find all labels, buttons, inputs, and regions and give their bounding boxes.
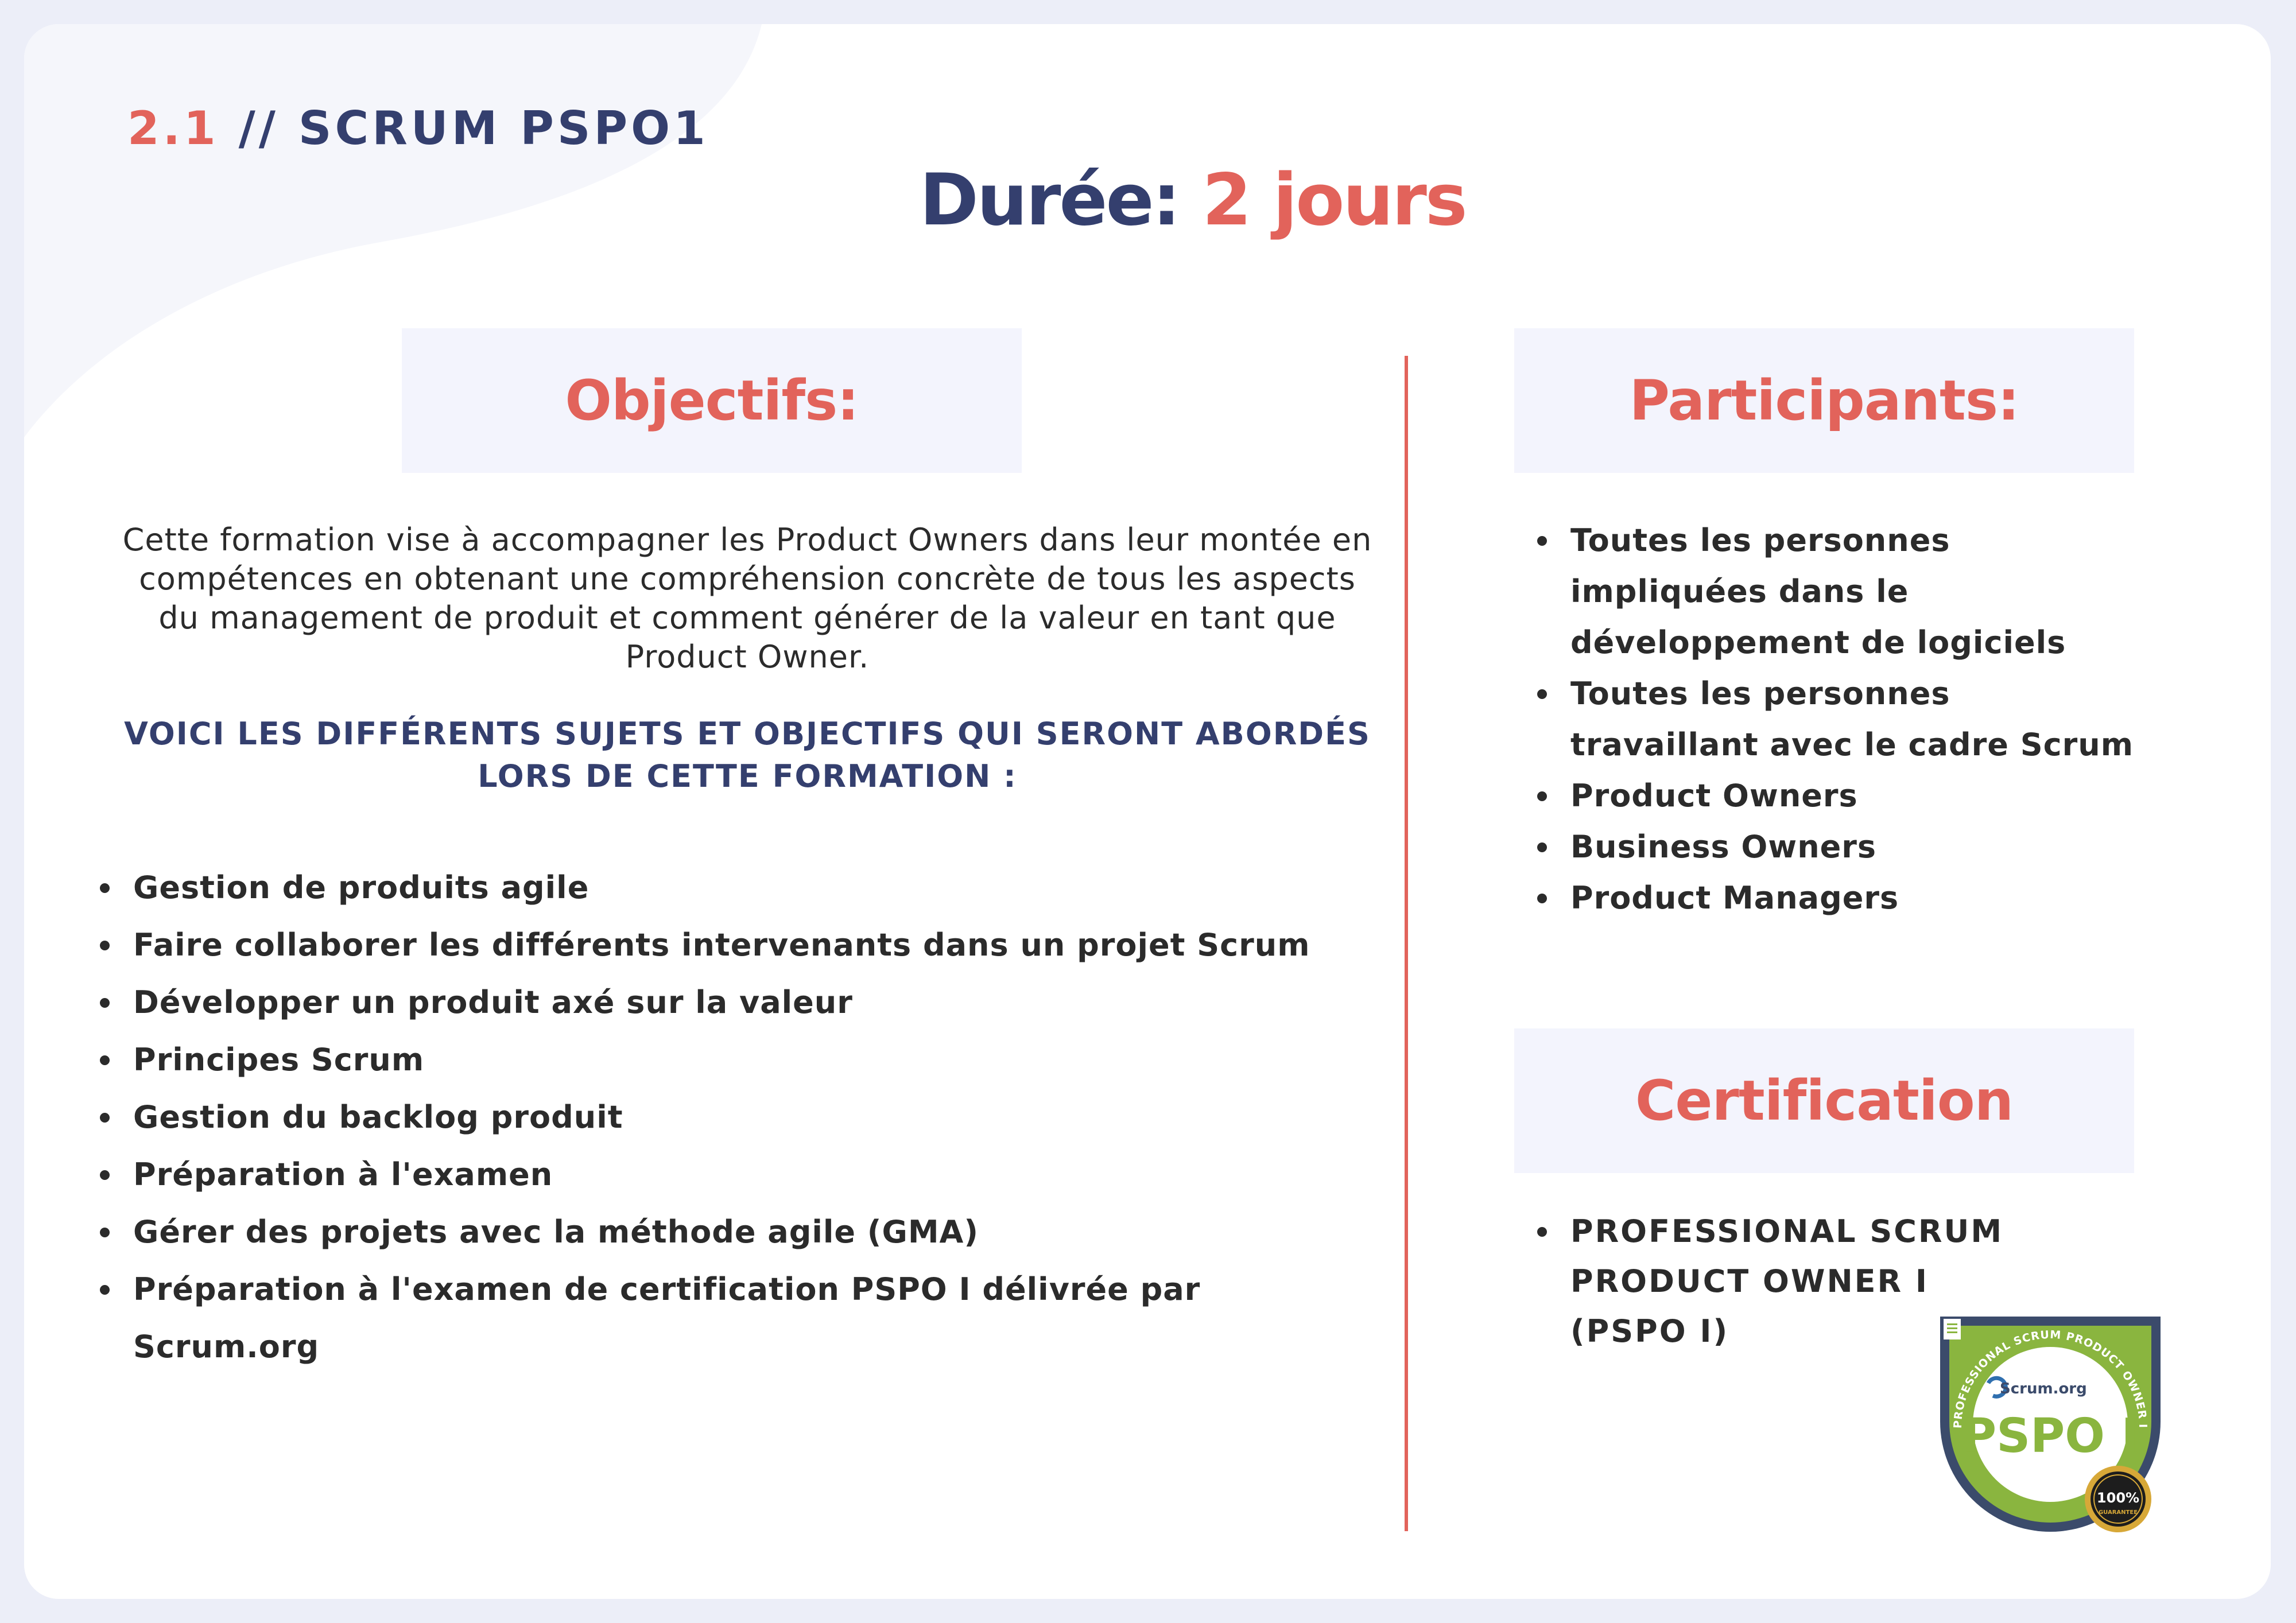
list-item: Business Owners: [1537, 821, 2144, 872]
duration-title: Durée: 2 jours: [920, 159, 1468, 242]
objectifs-heading: Objectifs:: [402, 328, 1022, 473]
list-item: Gestion du backlog produit: [100, 1089, 1384, 1146]
page-card: 2.1 // SCRUM PSPO1 Durée: 2 jours Object…: [24, 24, 2271, 1599]
pspo-badge-icon: PROFESSIONAL SCRUM PRODUCT OWNER I Scrum…: [1940, 1317, 2161, 1532]
list-item: Faire collaborer les différents interven…: [100, 917, 1384, 974]
badge-label: PSPO I: [1962, 1409, 2139, 1463]
list-item: Développer un produit axé sur la valeur: [100, 974, 1384, 1031]
seal-value: 100%: [2097, 1490, 2139, 1506]
list-item: Product Owners: [1537, 770, 2144, 821]
badge-brand: Scrum.org: [2000, 1380, 2087, 1397]
subjects-title: VOICI LES DIFFÉRENTS SUJETS ET OBJECTIFS…: [124, 716, 1371, 794]
list-item: Principes Scrum: [100, 1031, 1384, 1089]
list-item: Toutes les personnes travaillant avec le…: [1537, 668, 2144, 770]
duration-label: Durée:: [920, 159, 1181, 242]
column-divider: [1405, 356, 1408, 1531]
participants-heading: Participants:: [1514, 328, 2134, 473]
section-label: 2.1 // SCRUM PSPO1: [127, 102, 709, 155]
section-number: 2.1: [127, 102, 219, 155]
list-item: Gérer des projets avec la méthode agile …: [100, 1203, 1384, 1261]
list-item: Préparation à l'examen: [100, 1146, 1384, 1203]
list-item: Product Managers: [1537, 872, 2144, 923]
certification-heading: Certification: [1514, 1028, 2134, 1173]
section-title: // SCRUM PSPO1: [238, 102, 709, 155]
list-item: Gestion de produits agile: [100, 859, 1384, 917]
list-item: Préparation à l'examen de certification …: [100, 1261, 1384, 1365]
list-item: Toutes les personnes impliquées dans le …: [1537, 515, 2144, 668]
objectifs-intro: Cette formation vise à accompagner les P…: [122, 522, 1372, 675]
guarantee-seal-icon: 100% GUARANTEE: [2085, 1466, 2151, 1532]
participants-list: Toutes les personnes impliquées dans le …: [1537, 515, 2144, 923]
duration-value: 2 jours: [1202, 159, 1467, 242]
seal-text: GUARANTEE: [2099, 1509, 2138, 1516]
objectifs-list: Gestion de produits agile Faire collabor…: [100, 859, 1384, 1365]
